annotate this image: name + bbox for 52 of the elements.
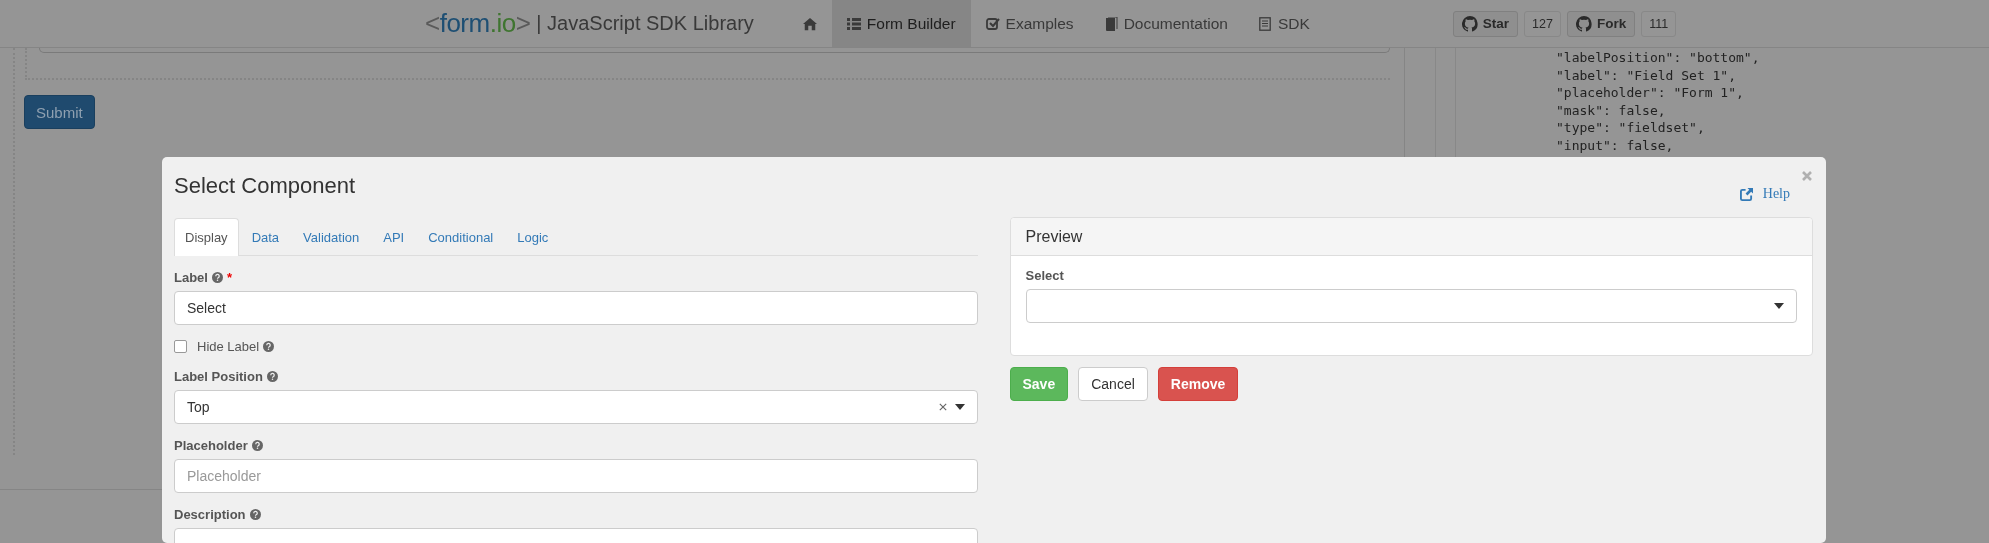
github-icon [1461, 15, 1478, 32]
tab[interactable]: Logic [506, 218, 560, 255]
github-button[interactable]: Fork [1566, 10, 1636, 37]
panel-title: Preview [1025, 227, 1083, 246]
text-field[interactable]: Select [174, 291, 978, 325]
count-bubble[interactable]: 127 [1524, 10, 1561, 37]
code-line: "type": "fieldset", [1556, 119, 1706, 137]
nav-link[interactable]: Examples [970, 0, 1089, 47]
field-label: Description [174, 506, 246, 522]
help-link[interactable]: Help [1739, 186, 1790, 202]
text-field[interactable]: Placeholder [174, 459, 978, 493]
nav-link[interactable]: Form Builder [831, 0, 971, 47]
tab[interactable]: Data [240, 218, 291, 255]
list-icon [846, 16, 861, 31]
home-icon [802, 16, 817, 31]
site-title: | JavaScript SDK Library [536, 12, 754, 35]
field-label: Label [174, 269, 208, 285]
field-label: Select [1025, 268, 1065, 283]
field-label: Placeholder [174, 437, 248, 453]
count-bubble[interactable]: 111 [1641, 10, 1677, 37]
cancel-button[interactable]: Cancel [1078, 367, 1148, 401]
code-line: "input": false, [1556, 136, 1675, 155]
dropdown-field[interactable]: Top [174, 390, 978, 424]
tab[interactable]: Validation [292, 218, 371, 255]
tab[interactable]: Display [174, 218, 239, 256]
dialog-title: Select Component [174, 173, 356, 199]
github-button[interactable]: Star [1452, 10, 1519, 37]
github-icon [1575, 15, 1592, 32]
required-mark: * [226, 269, 233, 285]
book-icon [1103, 16, 1118, 31]
checkbox[interactable] [174, 339, 187, 353]
select-field[interactable] [1025, 289, 1797, 323]
caret-icon [954, 404, 965, 410]
field-label: Label Position [174, 368, 263, 384]
nav-link[interactable]: SDK [1242, 0, 1325, 47]
tab[interactable]: Conditional [417, 218, 505, 255]
close-icon[interactable] [1801, 170, 1813, 182]
code-line: "mask": false, [1556, 101, 1667, 120]
code-line: "label": "Field Set 1", [1556, 66, 1737, 85]
logo[interactable]: <form.io> [425, 8, 531, 39]
tab[interactable]: API [372, 218, 416, 255]
code-line: "placeholder": "Form 1", [1556, 84, 1745, 102]
external-link-icon [1739, 187, 1753, 201]
checkbox-label: Hide Label [197, 338, 260, 354]
nav-link[interactable]: Documentation [1088, 0, 1243, 47]
save-button[interactable]: Save [1009, 367, 1069, 401]
document-icon [1257, 16, 1272, 31]
code-line: "labelPosition": "bottom", [1556, 49, 1760, 67]
caret-icon [1774, 303, 1784, 309]
checkbox-icon [985, 16, 1000, 31]
remove-button[interactable]: Remove [1157, 367, 1239, 401]
submit-button[interactable]: Submit [24, 95, 95, 129]
